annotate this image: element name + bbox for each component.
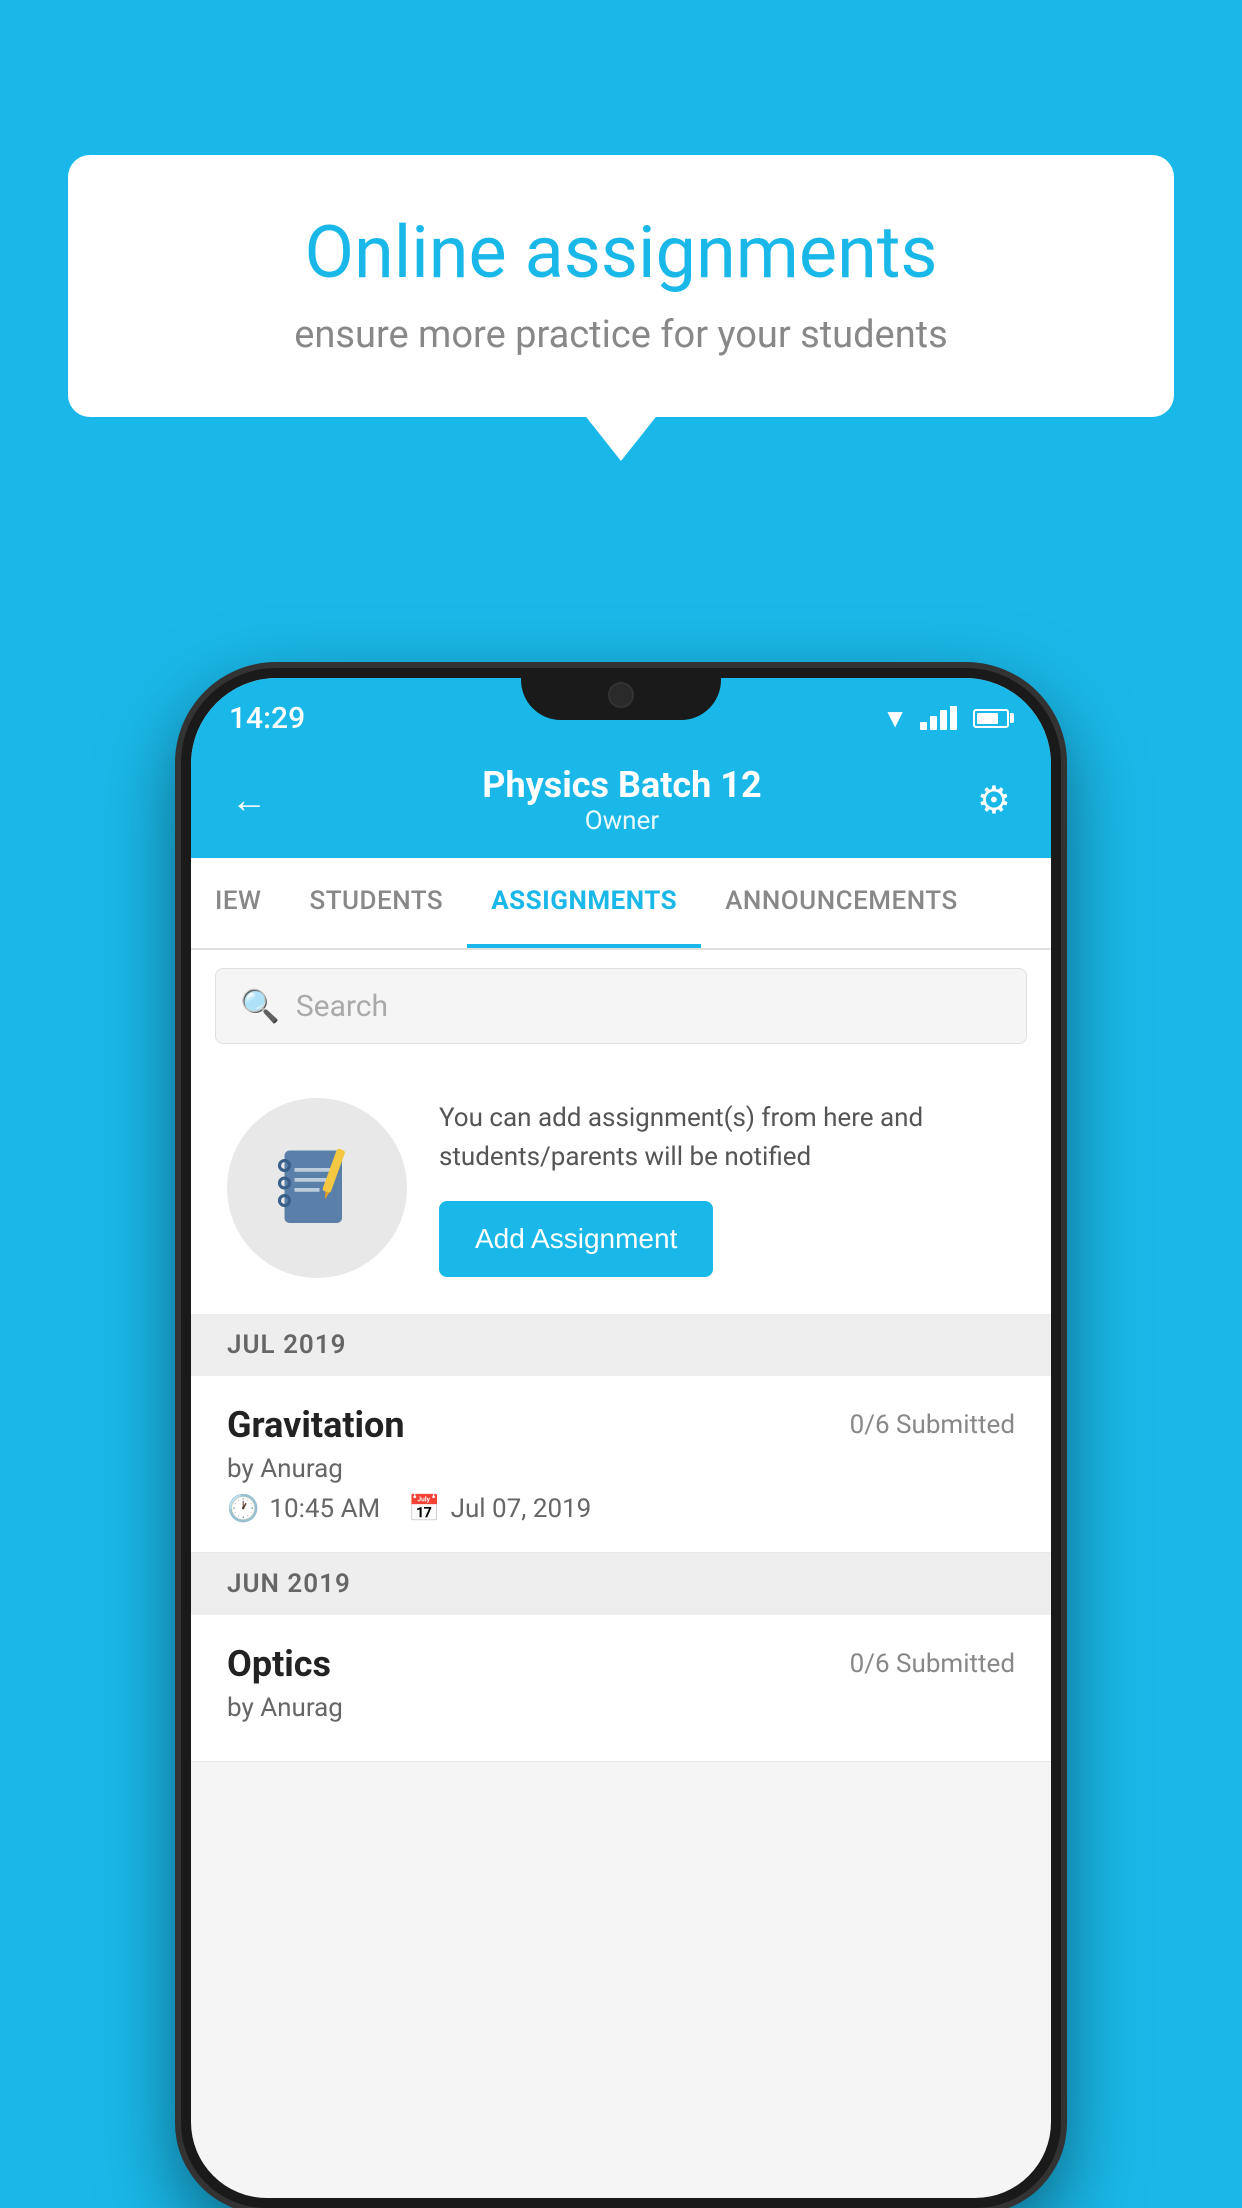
calendar-icon: 📅	[408, 1494, 440, 1524]
phone-mockup: 14:29 ▼ ← Phys	[181, 668, 1061, 2208]
assignment-time: 🕐 10:45 AM	[227, 1494, 380, 1524]
header-center: Physics Batch 12 Owner	[482, 764, 761, 836]
assignment-date: 📅 Jul 07, 2019	[408, 1494, 591, 1524]
notebook-icon	[267, 1138, 367, 1238]
search-placeholder: Search	[296, 989, 388, 1024]
section-jun-2019: JUN 2019	[191, 1553, 1051, 1615]
status-time: 14:29	[229, 701, 305, 736]
speech-bubble-container: Online assignments ensure more practice …	[68, 155, 1174, 417]
assignment-title-optics: Optics	[227, 1643, 331, 1685]
wifi-icon: ▼	[882, 703, 908, 734]
signal-bars-icon	[920, 706, 957, 730]
section-jul-2019: JUL 2019	[191, 1314, 1051, 1376]
header-title: Physics Batch 12	[482, 764, 761, 806]
back-button[interactable]: ←	[231, 779, 267, 821]
tab-students[interactable]: STUDENTS	[285, 858, 467, 948]
phone-outer: 14:29 ▼ ← Phys	[181, 668, 1061, 2208]
assignment-author: by Anurag	[227, 1454, 1015, 1484]
assignment-time-value: 10:45 AM	[269, 1494, 380, 1524]
phone-camera	[608, 682, 634, 708]
info-card: You can add assignment(s) from here and …	[191, 1062, 1051, 1314]
tab-overview[interactable]: IEW	[191, 858, 285, 948]
search-icon: 🔍	[240, 987, 280, 1025]
assignment-top-row: Gravitation 0/6 Submitted	[227, 1404, 1015, 1446]
assignment-meta: 🕐 10:45 AM 📅 Jul 07, 2019	[227, 1494, 1015, 1524]
tabs-container: IEW STUDENTS ASSIGNMENTS ANNOUNCEMENTS	[191, 858, 1051, 950]
assignment-item-gravitation[interactable]: Gravitation 0/6 Submitted by Anurag 🕐 10…	[191, 1376, 1051, 1553]
info-card-right: You can add assignment(s) from here and …	[439, 1099, 1015, 1277]
assignment-submitted: 0/6 Submitted	[850, 1410, 1015, 1440]
search-container: 🔍 Search	[191, 950, 1051, 1062]
header-subtitle: Owner	[482, 806, 761, 836]
phone-screen: 14:29 ▼ ← Phys	[191, 678, 1051, 2198]
assignment-top-row-optics: Optics 0/6 Submitted	[227, 1643, 1015, 1685]
tab-announcements[interactable]: ANNOUNCEMENTS	[701, 858, 982, 948]
tab-assignments[interactable]: ASSIGNMENTS	[467, 858, 701, 948]
assignment-title: Gravitation	[227, 1404, 405, 1446]
assignment-submitted-optics: 0/6 Submitted	[850, 1649, 1015, 1679]
notebook-icon-circle	[227, 1098, 407, 1278]
assignment-author-optics: by Anurag	[227, 1693, 1015, 1723]
status-icons: ▼	[882, 703, 1009, 734]
search-bar[interactable]: 🔍 Search	[215, 968, 1027, 1044]
info-text: You can add assignment(s) from here and …	[439, 1099, 1015, 1177]
clock-icon: 🕐	[227, 1494, 259, 1524]
battery-icon	[973, 709, 1009, 728]
settings-icon[interactable]: ⚙	[977, 778, 1011, 823]
assignment-date-value: Jul 07, 2019	[451, 1494, 592, 1524]
speech-bubble-subtitle: ensure more practice for your students	[133, 313, 1109, 357]
speech-bubble: Online assignments ensure more practice …	[68, 155, 1174, 417]
app-header: ← Physics Batch 12 Owner ⚙	[191, 746, 1051, 858]
assignment-item-optics[interactable]: Optics 0/6 Submitted by Anurag	[191, 1615, 1051, 1762]
speech-bubble-title: Online assignments	[133, 210, 1109, 295]
add-assignment-button[interactable]: Add Assignment	[439, 1201, 713, 1277]
phone-notch	[521, 668, 721, 720]
